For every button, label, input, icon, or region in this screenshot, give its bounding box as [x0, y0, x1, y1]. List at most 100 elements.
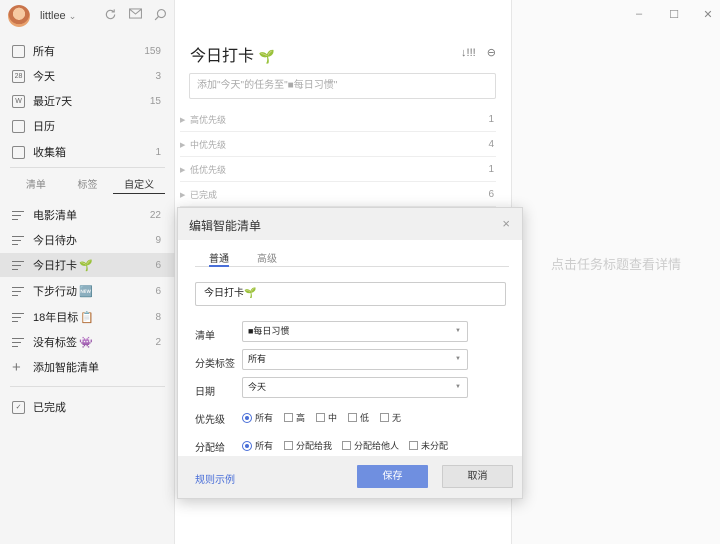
sidebar-item-custom-active[interactable]: 今日打卡 🌱 6 [0, 253, 175, 277]
sidebar-item-week[interactable]: W 最近7天 15 [0, 89, 175, 113]
detail-panel: 点击任务标题查看详情 – ☐ ✕ [511, 0, 720, 544]
caret-down-icon: ▼ [455, 328, 461, 334]
rule-examples-link[interactable]: 规则示例 [195, 471, 235, 486]
dialog-footer: 规则示例 保存 取消 [178, 456, 522, 498]
field-label: 分类标签 [195, 359, 235, 370]
sidebar-item-label: 已完成 [33, 402, 66, 414]
filter-list-icon [12, 337, 26, 348]
sidebar-item-count: 22 [149, 209, 161, 221]
date-select[interactable]: 今天 ▼ [242, 377, 468, 398]
calendar-28-icon: 28 [12, 69, 25, 83]
tab-lists[interactable]: 清单 [10, 176, 62, 194]
tab-tags[interactable]: 标签 [62, 176, 114, 194]
user-profile[interactable]: littlee ⌄ [8, 4, 76, 28]
minimize-button[interactable]: – [633, 8, 645, 20]
sidebar: littlee ⌄ 所有 159 28 今天 3 W 最近7天 15 日历 收集… [0, 0, 175, 544]
filter-list-icon [12, 260, 26, 271]
tab-custom[interactable]: 自定义 [113, 176, 166, 194]
sidebar-item-label: 18年目标 📋 [33, 312, 94, 324]
sidebar-item-completed[interactable]: ✓ 已完成 [0, 395, 175, 419]
priority-option-low[interactable]: 低 [348, 411, 369, 424]
priority-option-none[interactable]: 无 [380, 411, 401, 424]
sidebar-item-custom[interactable]: 今日待办 9 [0, 228, 175, 252]
sidebar-item-count: 9 [155, 234, 161, 246]
sidebar-item-custom[interactable]: 下步行动 🆕 6 [0, 279, 175, 303]
list-select[interactable]: ■每日习惯 ▼ [242, 321, 468, 342]
empty-detail-hint: 点击任务标题查看详情 [550, 257, 681, 272]
priority-option-all[interactable]: 所有 [242, 411, 273, 424]
username[interactable]: littlee [40, 10, 66, 22]
sync-icon[interactable] [103, 8, 117, 22]
sidebar-item-custom[interactable]: 18年目标 📋 8 [0, 305, 175, 329]
sidebar-item-label: 今日打卡 🌱 [33, 260, 93, 272]
sidebar-item-all[interactable]: 所有 159 [0, 39, 175, 63]
checkbox-icon [316, 413, 325, 422]
caret-down-icon: ▼ [455, 384, 461, 390]
completed-group[interactable]: ▶ 已完成 6 [180, 183, 496, 207]
sidebar-item-custom[interactable]: 电影清单 22 [0, 203, 175, 227]
sidebar-item-label: 日历 [33, 121, 55, 133]
tab-normal[interactable]: 普通 [209, 250, 229, 267]
field-label: 分配给 [195, 443, 225, 454]
group-label: 低优先级 [190, 165, 227, 175]
cancel-button[interactable]: 取消 [442, 465, 513, 488]
sidebar-item-inbox[interactable]: 收集箱 1 [0, 140, 175, 164]
field-label: 优先级 [195, 415, 225, 426]
priority-group-medium[interactable]: ▶ 中优先级 4 [180, 133, 496, 157]
sidebar-tabs: 清单 标签 自定义 [10, 176, 166, 194]
page-title: 今日打卡 🌱 [190, 48, 275, 65]
sidebar-item-custom[interactable]: 没有标签 👾 2 [0, 330, 175, 354]
close-icon[interactable]: × [502, 216, 510, 231]
inbox-icon [12, 44, 25, 58]
caret-right-icon: ▶ [180, 191, 186, 199]
alien-icon: 👾 [79, 337, 93, 349]
caret-right-icon: ▶ [180, 166, 186, 174]
field-label: 清单 [195, 331, 215, 342]
priority-group-low[interactable]: ▶ 低优先级 1 [180, 158, 496, 182]
sidebar-item-calendar[interactable]: 日历 [0, 114, 175, 138]
assign-option-unassigned[interactable]: 未分配 [409, 439, 448, 452]
filter-list-icon [12, 210, 26, 221]
sidebar-item-label: 所有 [33, 46, 55, 58]
assign-option-others[interactable]: 分配给他人 [342, 439, 399, 452]
sort-icon[interactable]: ↓!!! [461, 47, 476, 59]
priority-option-high[interactable]: 高 [284, 411, 305, 424]
sidebar-item-label: 今天 [33, 71, 55, 83]
caret-down-icon: ▼ [455, 356, 461, 362]
avatar[interactable] [8, 5, 30, 27]
search-icon[interactable] [153, 8, 167, 22]
tags-select[interactable]: 所有 ▼ [242, 349, 468, 370]
edit-smart-list-dialog: 编辑智能清单 × 普通 高级 今日打卡🌱 清单 ■每日习惯 ▼ 分类标签 所有 ▼ … [177, 207, 523, 499]
assign-option-me[interactable]: 分配给我 [284, 439, 332, 452]
divider [10, 167, 165, 168]
sprout-icon: 🌱 [258, 49, 275, 64]
assign-option-all[interactable]: 所有 [242, 439, 273, 452]
group-label: 高优先级 [190, 115, 227, 125]
radio-checked-icon [242, 412, 252, 423]
more-icon[interactable]: ⊖ [487, 47, 496, 59]
chevron-down-icon[interactable]: ⌄ [69, 11, 77, 22]
save-button[interactable]: 保存 [357, 465, 428, 488]
group-label: 中优先级 [190, 140, 227, 150]
close-window-button[interactable]: ✕ [702, 8, 714, 21]
group-count: 1 [488, 114, 494, 125]
sidebar-item-count: 159 [144, 45, 161, 57]
sidebar-item-label: 今日待办 [33, 235, 77, 247]
add-task-input[interactable]: 添加"今天"的任务至"■每日习惯" [189, 73, 496, 99]
group-count: 4 [488, 139, 494, 150]
dialog-header: 编辑智能清单 × [178, 208, 522, 240]
sidebar-item-today[interactable]: 28 今天 3 [0, 64, 175, 88]
sidebar-item-count: 15 [149, 95, 161, 107]
maximize-button[interactable]: ☐ [668, 8, 680, 21]
checkbox-icon [348, 413, 357, 422]
tab-advanced[interactable]: 高级 [257, 250, 277, 267]
priority-option-medium[interactable]: 中 [316, 411, 337, 424]
priority-group-high[interactable]: ▶ 高优先级 1 [180, 108, 496, 132]
radio-checked-icon [242, 440, 252, 451]
list-name-input[interactable]: 今日打卡🌱 [195, 282, 506, 306]
sidebar-item-count: 2 [155, 336, 161, 348]
filter-list-icon [12, 235, 26, 246]
mail-icon[interactable] [128, 8, 142, 22]
add-smart-list-button[interactable]: + 添加智能清单 [0, 355, 175, 379]
group-count: 6 [488, 189, 494, 200]
